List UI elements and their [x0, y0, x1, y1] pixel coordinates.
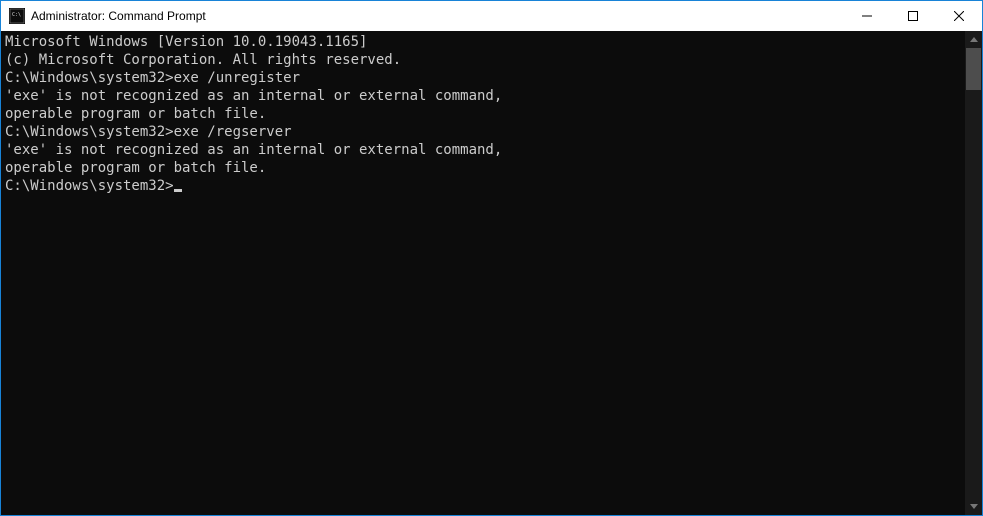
- close-button[interactable]: [936, 1, 982, 30]
- output-line: operable program or batch file.: [5, 105, 965, 123]
- scroll-up-button[interactable]: [965, 31, 982, 48]
- svg-text:C:\: C:\: [12, 12, 21, 18]
- command-text: exe /unregister: [174, 70, 300, 86]
- cursor-icon: [174, 189, 182, 192]
- command-text: exe /regserver: [174, 124, 292, 140]
- maximize-button[interactable]: [890, 1, 936, 30]
- output-line: 'exe' is not recognized as an internal o…: [5, 87, 965, 105]
- minimize-button[interactable]: [844, 1, 890, 30]
- prompt-text: C:\Windows\system32>: [5, 70, 174, 86]
- titlebar[interactable]: C:\ Administrator: Command Prompt: [1, 1, 982, 31]
- output-line: Microsoft Windows [Version 10.0.19043.11…: [5, 33, 965, 51]
- output-line: (c) Microsoft Corporation. All rights re…: [5, 51, 965, 69]
- scroll-down-button[interactable]: [965, 498, 982, 515]
- output-line: C:\Windows\system32>exe /regserver: [5, 123, 965, 141]
- console-area: Microsoft Windows [Version 10.0.19043.11…: [1, 31, 982, 515]
- app-icon: C:\: [9, 8, 25, 24]
- window-title: Administrator: Command Prompt: [31, 1, 844, 31]
- prompt-text: C:\Windows\system32>: [5, 178, 174, 194]
- command-prompt-window: C:\ Administrator: Command Prompt Micros…: [0, 0, 983, 516]
- output-line: 'exe' is not recognized as an internal o…: [5, 141, 965, 159]
- vertical-scrollbar[interactable]: [965, 31, 982, 515]
- scrollbar-track[interactable]: [965, 48, 982, 498]
- prompt-text: C:\Windows\system32>: [5, 124, 174, 140]
- console-output[interactable]: Microsoft Windows [Version 10.0.19043.11…: [1, 31, 965, 515]
- output-line: C:\Windows\system32>exe /unregister: [5, 69, 965, 87]
- output-line: operable program or batch file.: [5, 159, 965, 177]
- scrollbar-thumb[interactable]: [966, 48, 981, 90]
- window-controls: [844, 1, 982, 31]
- current-prompt-line: C:\Windows\system32>: [5, 177, 965, 195]
